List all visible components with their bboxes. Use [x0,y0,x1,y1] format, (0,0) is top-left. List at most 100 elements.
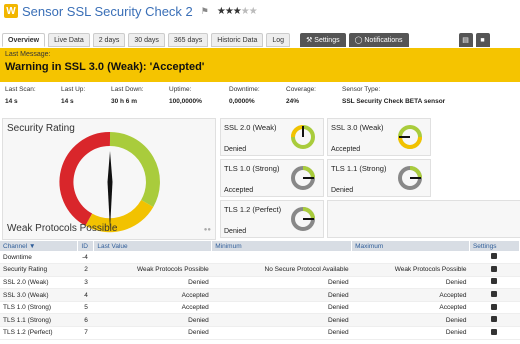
stat-key: Sensor Type: [342,86,381,93]
stat-last-up: Last Up: 14 s [61,86,111,116]
cell-maximum: Denied [351,326,470,340]
tab-live-data[interactable]: Live Data [48,33,90,47]
cell-minimum: Denied [211,276,352,290]
gear-icon[interactable] [491,328,498,335]
star-icon[interactable]: ★ [217,6,226,17]
cell-last-value: Denied [93,276,212,290]
tile-tls-1-2[interactable]: TLS 1.2 (Perfect) Denied [220,200,324,238]
notifications-label: Notifications [364,36,403,44]
table-row[interactable]: TLS 1.1 (Strong) 6 Denied Denied Denied [0,313,520,328]
stat-coverage: Coverage: 24% [286,86,342,116]
bell-icon: ◯ [354,37,365,44]
cell-channel: TLS 1.0 (Strong) [0,301,78,315]
cell-id: -4 [77,251,94,265]
table-row[interactable]: Downtime -4 [0,251,520,265]
gauge-green-segment [109,132,160,207]
settings-button[interactable]: ⚒ Settings [300,33,346,47]
tile-name: SSL 2.0 (Weak) [224,123,277,132]
tile-name: TLS 1.0 (Strong) [224,164,280,173]
column-header-last-value[interactable]: Last Value [93,241,213,251]
stat-value: 100,0000% [169,98,202,105]
tile-value: Accepted [331,146,361,153]
gear-icon[interactable] [491,278,498,285]
cell-last-value [93,251,212,265]
cell-id: 5 [77,301,94,315]
stat-value: 0,0000% [229,98,255,105]
stat-value: 30 h 6 m [111,98,138,105]
column-header-id[interactable]: ID [77,241,95,251]
cell-maximum: Accepted [351,288,470,302]
table-row[interactable]: Security Rating 2 Weak Protocols Possibl… [0,263,520,277]
tile-value: Denied [224,146,247,153]
cell-channel: Security Rating [0,263,78,277]
star-icon[interactable]: ★ [225,6,234,17]
stats-row: Last Scan: 14 s Last Up: 14 s Last Down:… [0,86,520,116]
table-row[interactable]: SSL 3.0 (Weak) 4 Accepted Denied Accepte… [0,288,520,302]
priority-stars[interactable]: ★★★★★ [217,6,258,17]
gear-icon[interactable] [491,316,498,323]
cell-last-value: Weak Protocols Possible [93,263,212,277]
delete-icon[interactable]: ■ [475,33,490,47]
tab-30-days[interactable]: 30 days [128,33,165,47]
tile-name: SSL 3.0 (Weak) [331,123,384,132]
gauge-options-icon[interactable]: ●● [204,227,211,233]
last-message-banner: Last Message: Warning in SSL 3.0 (Weak):… [0,48,520,82]
tab-overview[interactable]: Overview [2,33,46,47]
column-label: Channel [3,242,28,250]
tile-value: Accepted [224,187,254,194]
star-icon[interactable]: ★ [241,6,250,17]
mini-gauge-icon [291,207,315,231]
tile-empty [327,200,520,238]
column-header-minimum[interactable]: Minimum [211,241,353,251]
star-icon[interactable]: ★ [233,6,242,17]
cell-id: 4 [77,288,94,302]
gauge-yellow-segment [85,199,154,233]
gear-icon[interactable] [491,303,498,310]
sort-down-icon[interactable]: ▼ [29,243,35,250]
table-row[interactable]: TLS 1.2 (Perfect) 7 Denied Denied Denied [0,326,520,340]
tile-value: Denied [224,228,247,235]
cell-settings [469,313,520,328]
tile-name: TLS 1.1 (Strong) [331,164,387,173]
cell-last-value: Accepted [93,301,212,315]
stat-value: SSL Security Check BETA sensor [342,98,446,105]
security-rating-gauge-panel: Security Rating Weak Protocols Possible … [2,118,216,240]
stat-sensor-type: Sensor Type: SSL Security Check BETA sen… [342,86,482,116]
tab-historic-data[interactable]: Historic Data [211,33,264,47]
gear-icon[interactable] [491,291,498,298]
table-row[interactable]: TLS 1.0 (Strong) 5 Accepted Denied Accep… [0,301,520,315]
column-header-maximum[interactable]: Maximum [351,241,470,251]
tab-2-days[interactable]: 2 days [92,33,126,47]
flag-icon[interactable]: ⚑ [201,6,209,17]
stat-value: 24% [286,98,300,105]
cell-settings [469,288,520,302]
title-bar: W Sensor SSL Security Check 2 ⚑ ★★★★★ [0,0,520,22]
tab-bar: Overview Live Data 2 days 30 days 365 da… [0,32,520,48]
comment-icon[interactable]: ▤ [458,33,473,47]
star-icon[interactable]: ★ [249,6,258,17]
gear-icon[interactable] [491,265,498,272]
column-header-channel[interactable]: Channel ▼ [0,241,79,251]
mini-gauge-icon [291,166,315,190]
stat-key: Downtime: [229,86,260,93]
cell-settings [469,263,520,277]
cell-minimum [211,251,352,265]
page-title: Sensor SSL Security Check 2 [22,3,193,19]
cell-id: 7 [77,326,94,340]
tile-tls-1-0[interactable]: TLS 1.0 (Strong) Accepted [220,159,324,197]
cell-last-value: Denied [93,326,212,340]
tab-log[interactable]: Log [266,33,291,47]
notifications-button[interactable]: ◯ Notifications [348,33,409,47]
table-row[interactable]: SSL 2.0 (Weak) 3 Denied Denied Denied [0,276,520,290]
cell-id: 6 [77,313,94,328]
tile-ssl-3-0[interactable]: SSL 3.0 (Weak) Accepted [327,118,431,156]
channel-table: Channel ▼ ID Last Value Minimum Maximum … [0,241,520,340]
gear-icon[interactable] [491,253,498,260]
tab-365-days[interactable]: 365 days [167,33,209,47]
tile-tls-1-1[interactable]: TLS 1.1 (Strong) Denied [327,159,431,197]
sensor-status-icon: W [4,4,18,18]
table-header-row: Channel ▼ ID Last Value Minimum Maximum … [0,241,520,251]
tile-ssl-2-0[interactable]: SSL 2.0 (Weak) Denied [220,118,324,156]
cell-minimum: Denied [211,313,352,328]
stat-key: Coverage: [286,86,316,93]
